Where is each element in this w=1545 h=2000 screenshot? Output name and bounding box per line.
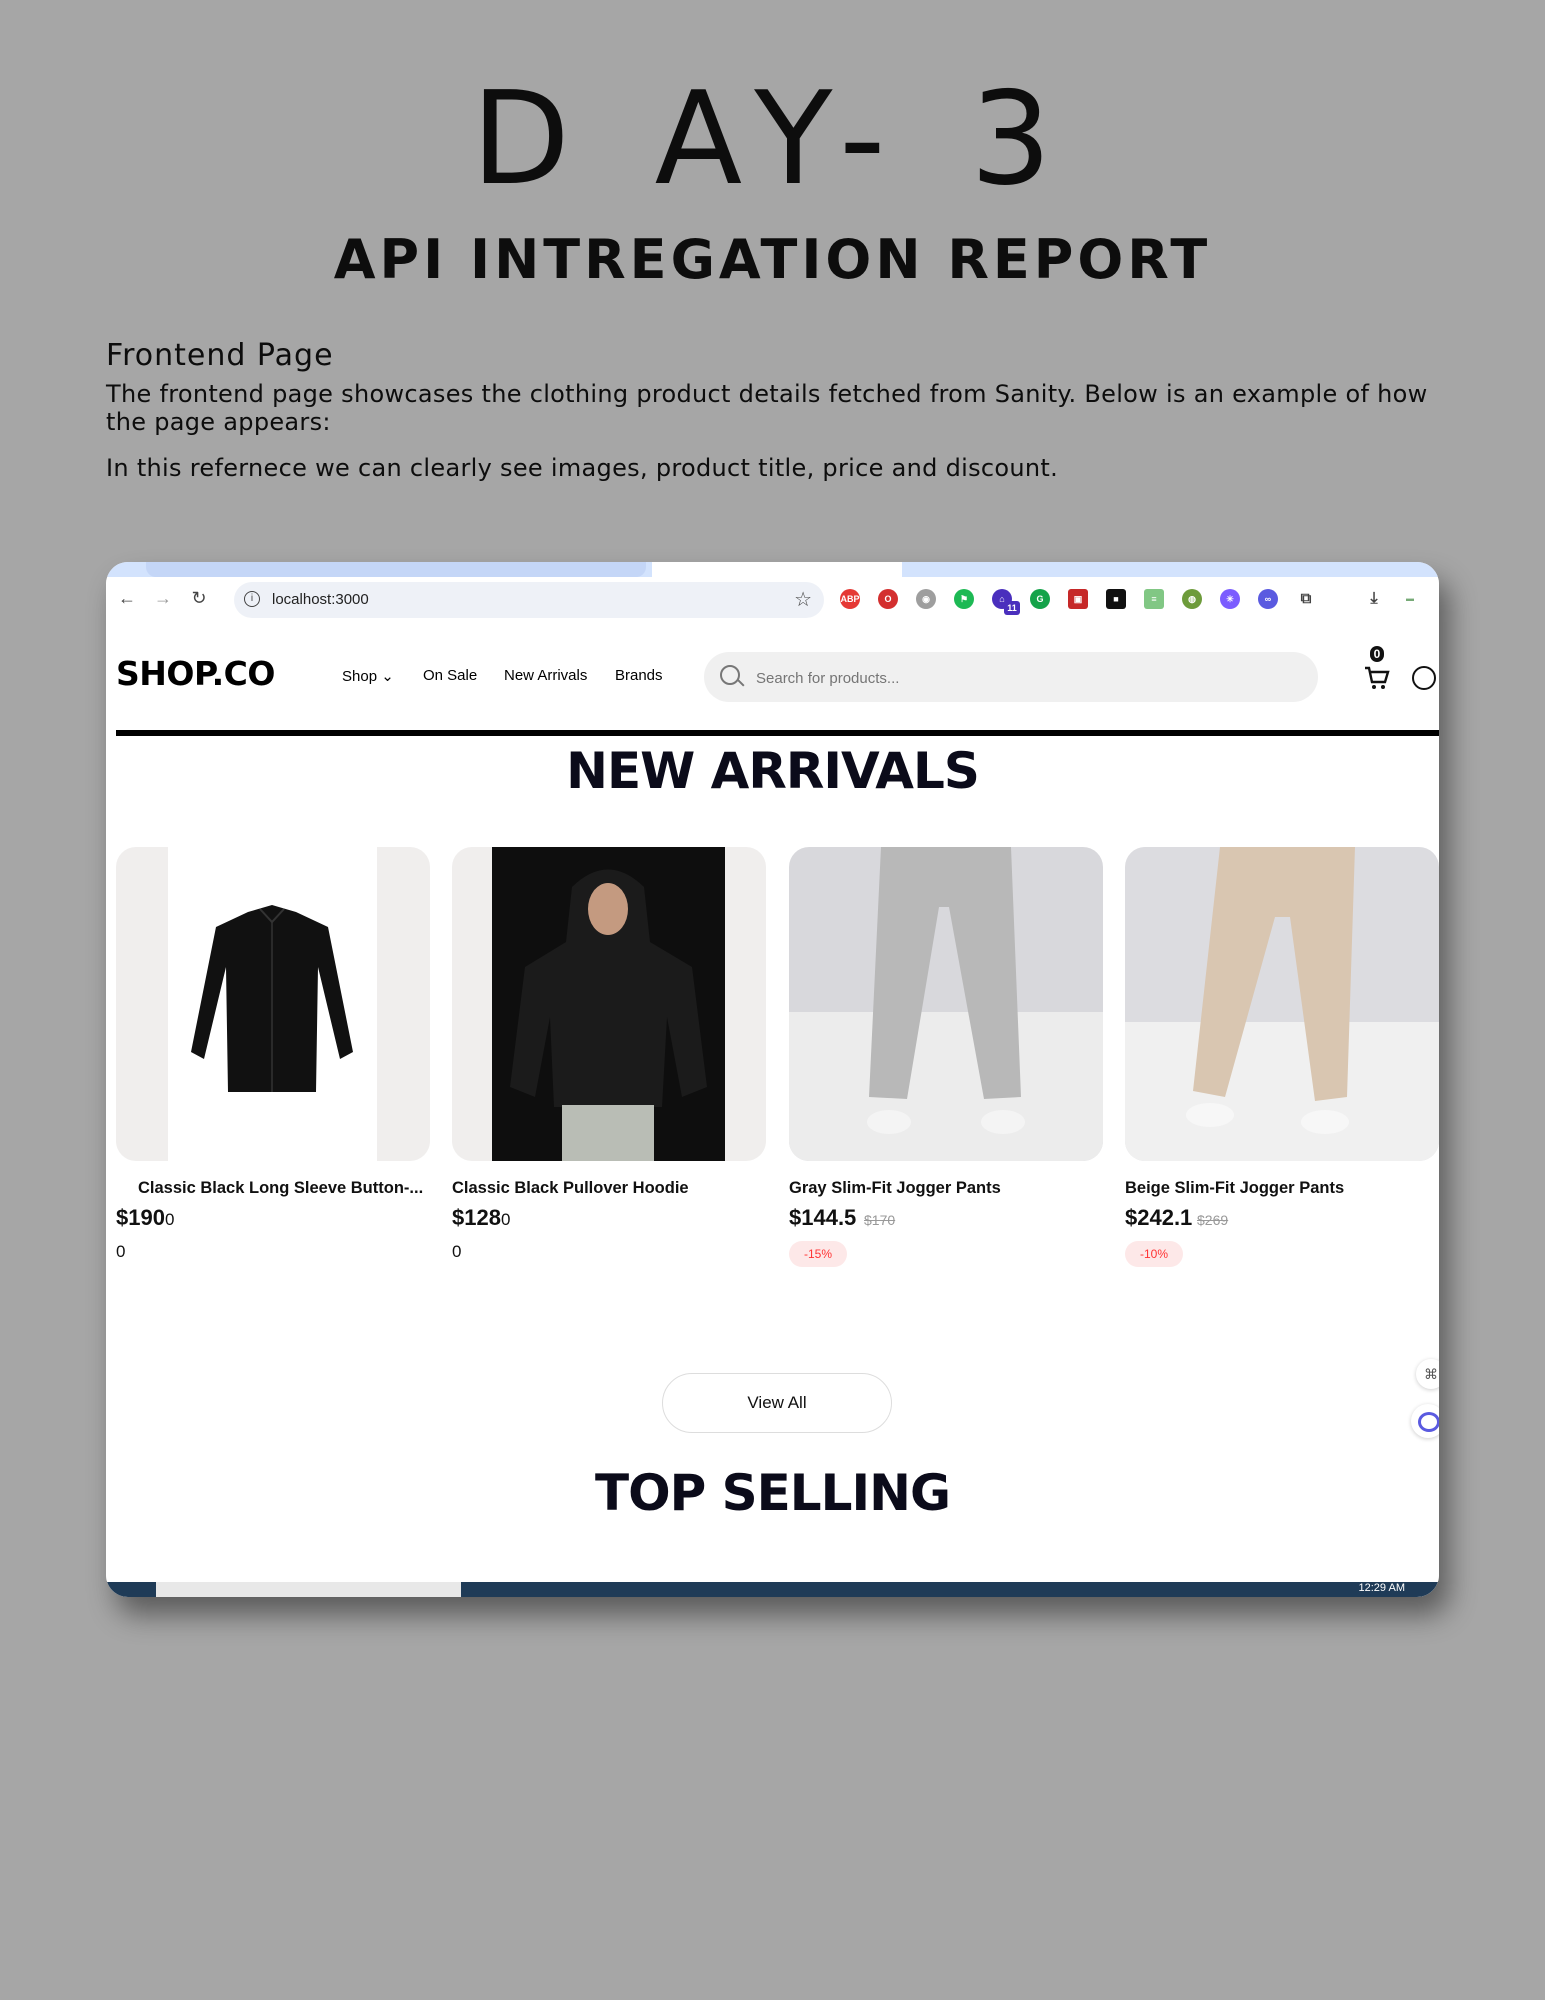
product-rating: 0 <box>116 1242 126 1261</box>
globe-extension-icon[interactable]: ◍ <box>1182 589 1202 609</box>
command-float-icon[interactable]: ⌘ <box>1416 1359 1439 1389</box>
copilot-extension-icon[interactable]: ∞ <box>1258 589 1278 609</box>
lines-extension-icon[interactable]: ≡ <box>1144 589 1164 609</box>
top-selling-title: TOP SELLING <box>594 1464 951 1522</box>
product-price: $1280 <box>452 1205 510 1231</box>
terminal-extension-icon[interactable]: ■ <box>1106 589 1126 609</box>
os-taskbar: 12:29 AM <box>106 1582 1439 1597</box>
new-arrivals-title: NEW ARRIVALS <box>566 742 980 800</box>
reload-icon[interactable]: ↻ <box>186 585 212 611</box>
image-extension-icon[interactable]: ▣ <box>1068 589 1088 609</box>
user-account-icon[interactable] <box>1412 666 1436 690</box>
search-icon <box>720 665 740 685</box>
product-old-price: $170 <box>864 1212 896 1228</box>
taskbar-search[interactable] <box>156 1582 461 1597</box>
browser-toolbar: ← → ↻ i localhost:3000 ☆ ABP O ◉ ⚑ ⌂ 11 … <box>106 577 1439 625</box>
product-image[interactable] <box>116 847 430 1161</box>
adblock-extension-icon[interactable]: ABP <box>840 589 860 609</box>
product-image[interactable] <box>1125 847 1439 1161</box>
black-hoodie-image <box>510 869 707 1161</box>
site-logo[interactable]: SHOP.CO <box>116 654 275 693</box>
bookmark-star-icon[interactable]: ☆ <box>794 587 812 612</box>
document-title: D AY- 3 <box>471 65 1074 214</box>
puzzle-extensions-icon[interactable]: ⧉ <box>1296 589 1316 609</box>
product-price: $1900 <box>116 1205 174 1231</box>
product-price: $144.5 <box>789 1205 857 1230</box>
search-input[interactable] <box>754 652 1298 704</box>
shop-site: SHOP.CO Shop ⌄ On Sale New Arrivals Bran… <box>106 624 1439 1597</box>
camera-extension-icon[interactable]: ◉ <box>916 589 936 609</box>
view-all-button[interactable]: View All <box>662 1373 892 1433</box>
url-text: localhost:3000 <box>272 591 369 608</box>
cart-count-badge: 0 <box>1370 646 1384 662</box>
product-card[interactable]: Classic Black Long Sleeve Button-... $19… <box>116 847 430 1277</box>
product-name[interactable]: Classic Black Pullover Hoodie <box>452 1179 689 1198</box>
price-suffix: 0 <box>164 1210 175 1229</box>
black-shirt-image <box>191 905 353 1092</box>
forward-icon[interactable]: → <box>150 585 176 611</box>
product-card[interactable]: Classic Black Pullover Hoodie $1280 0 <box>452 847 766 1277</box>
document-subtitle: API INTREGATION REPORT <box>333 228 1212 291</box>
product-price: $242.1 <box>1125 1205 1193 1230</box>
header-divider <box>116 730 1439 736</box>
sparkle-extension-icon[interactable]: ✳ <box>1220 589 1240 609</box>
taskbar-clock: 12:29 AM <box>1358 1582 1405 1594</box>
product-image[interactable] <box>789 847 1103 1161</box>
search-bar <box>704 652 1318 704</box>
product-old-price: $269 <box>1197 1212 1229 1228</box>
tab-strip <box>106 562 1439 577</box>
product-card[interactable]: Beige Slim-Fit Jogger Pants $242.1 $269 … <box>1125 847 1439 1277</box>
discount-badge: -15% <box>789 1241 847 1267</box>
price-value: $190 <box>116 1205 165 1230</box>
product-name[interactable]: Gray Slim-Fit Jogger Pants <box>789 1179 1001 1198</box>
tab-active[interactable] <box>652 562 902 577</box>
discount-badge: -10% <box>1125 1241 1183 1267</box>
nav-brands[interactable]: Brands <box>615 667 663 684</box>
browser-screenshot: ← → ↻ i localhost:3000 ☆ ABP O ◉ ⚑ ⌂ 11 … <box>106 562 1439 1597</box>
cart-icon[interactable] <box>1363 662 1391 692</box>
extension-badge: 11 <box>1004 601 1020 615</box>
nav-shop[interactable]: Shop ⌄ <box>342 667 394 685</box>
product-rating: 0 <box>452 1242 462 1261</box>
product-name[interactable]: Classic Black Long Sleeve Button-... <box>138 1179 423 1198</box>
assistant-float-icon[interactable] <box>1411 1404 1439 1438</box>
nav-new-arrivals[interactable]: New Arrivals <box>504 667 587 684</box>
grammarly-extension-icon[interactable]: G <box>1030 589 1050 609</box>
beige-jogger-image <box>1186 847 1355 1134</box>
site-info-icon[interactable]: i <box>244 591 260 607</box>
gray-jogger-image <box>867 847 1025 1134</box>
price-value: $128 <box>452 1205 501 1230</box>
opera-extension-icon[interactable]: O <box>878 589 898 609</box>
back-icon[interactable]: ← <box>114 585 140 611</box>
intro-paragraph: The frontend page showcases the clothing… <box>106 380 1428 436</box>
menu-extension-icon[interactable]: ▬ <box>1400 589 1420 609</box>
price-suffix: 0 <box>500 1210 511 1229</box>
reference-paragraph: In this refernece we can clearly see ima… <box>106 454 1059 482</box>
nav-on-sale[interactable]: On Sale <box>423 667 477 684</box>
address-bar[interactable]: i localhost:3000 ☆ <box>234 582 824 618</box>
tab-inactive[interactable] <box>146 562 646 577</box>
product-card[interactable]: Gray Slim-Fit Jogger Pants $144.5 $170 -… <box>789 847 1103 1277</box>
section-heading: Frontend Page <box>106 338 334 373</box>
download-icon[interactable]: ⤓ <box>1364 589 1384 609</box>
product-name[interactable]: Beige Slim-Fit Jogger Pants <box>1125 1179 1344 1198</box>
flag-extension-icon[interactable]: ⚑ <box>954 589 974 609</box>
product-image[interactable] <box>452 847 766 1161</box>
